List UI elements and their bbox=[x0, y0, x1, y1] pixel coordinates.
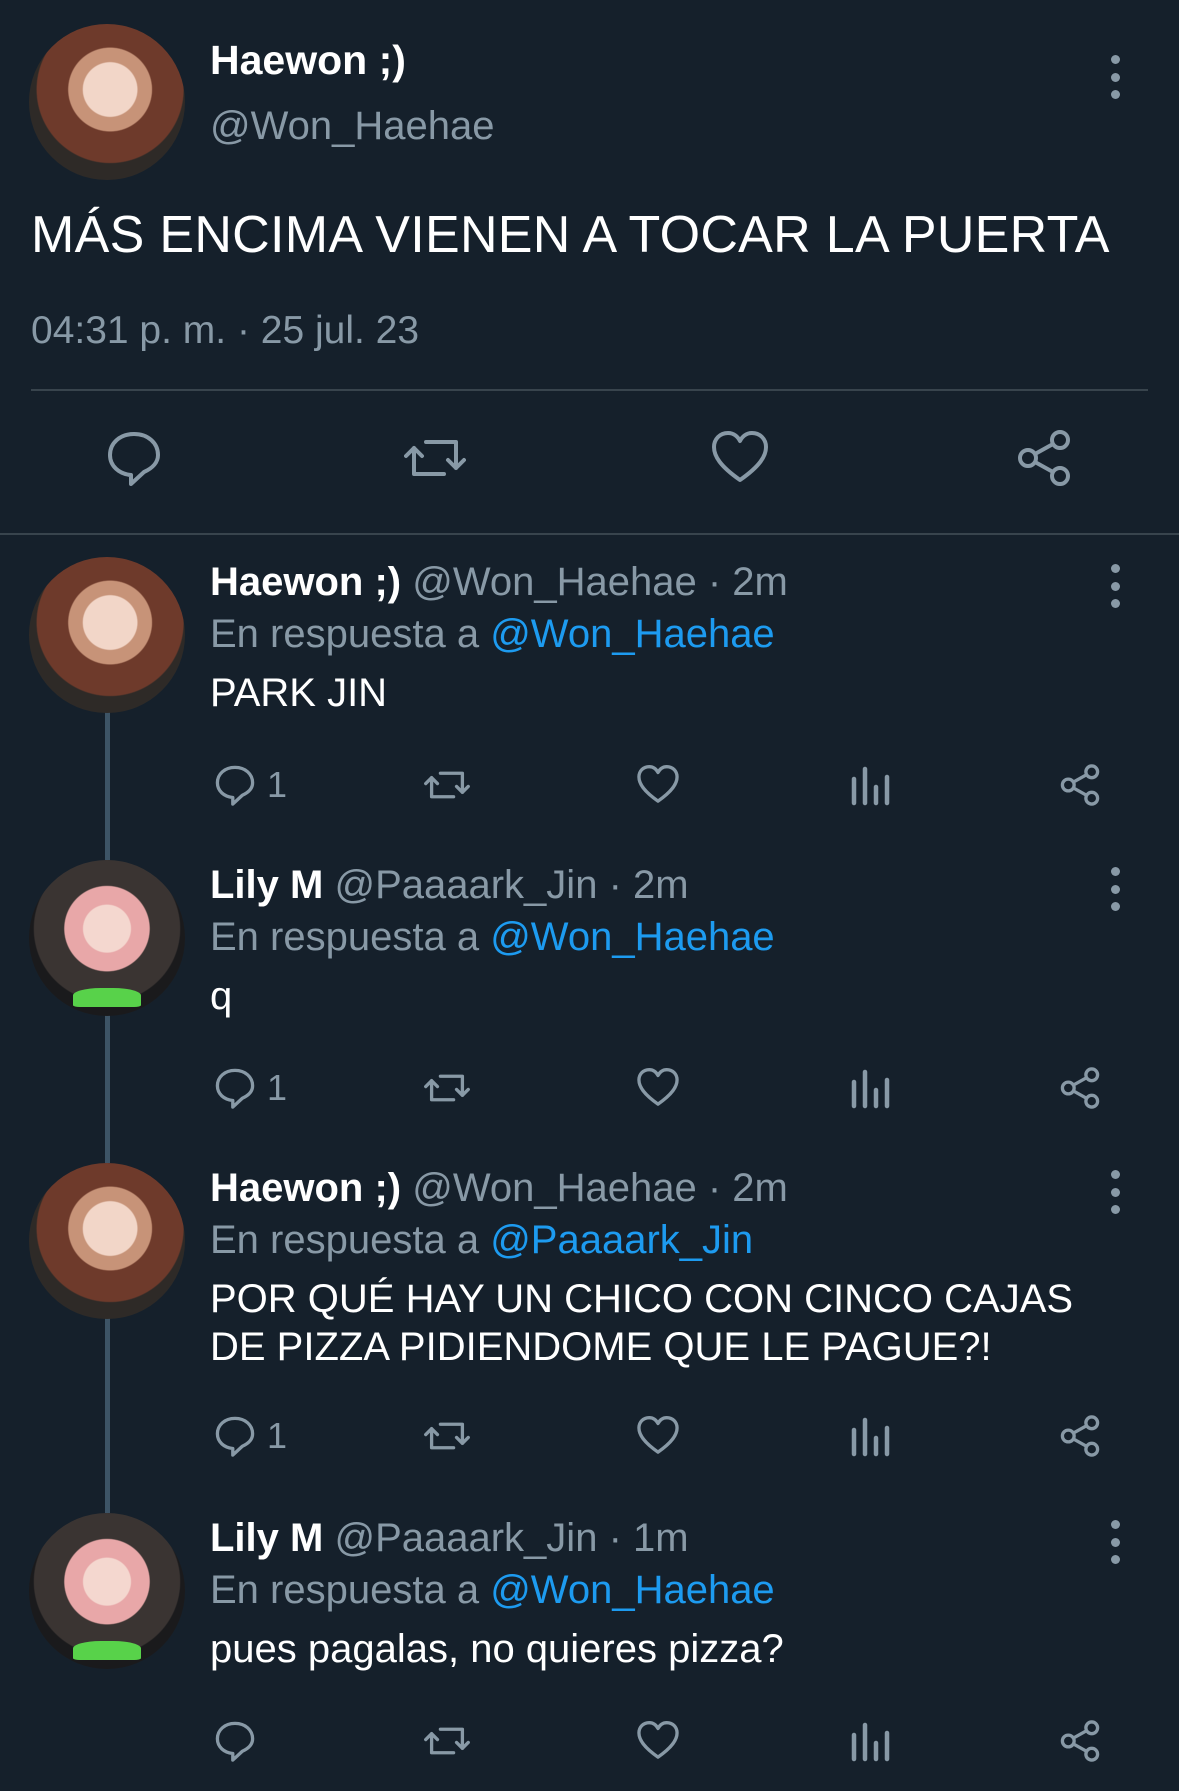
main-tweet-avatar[interactable] bbox=[29, 24, 185, 180]
reply-icon bbox=[215, 1721, 255, 1762]
display-name[interactable]: Lily M bbox=[210, 1516, 323, 1560]
retweet-icon[interactable] bbox=[423, 1058, 471, 1118]
retweet-icon[interactable] bbox=[423, 755, 471, 815]
reply-header: Lily M @Paaaark_Jin · 1m bbox=[210, 1513, 689, 1563]
more-icon[interactable] bbox=[1108, 55, 1122, 99]
more-icon[interactable] bbox=[1108, 564, 1122, 608]
reply-button[interactable]: 1 bbox=[213, 755, 287, 815]
analytics-icon[interactable] bbox=[850, 1058, 890, 1118]
more-icon[interactable] bbox=[1108, 1520, 1122, 1564]
replying-to: En respuesta a @Won_Haehae bbox=[210, 912, 775, 962]
main-tweet-timestamp[interactable]: 04:31 p. m. · 25 jul. 23 bbox=[31, 308, 419, 354]
analytics-icon[interactable] bbox=[850, 1711, 890, 1771]
display-name[interactable]: Lily M bbox=[210, 863, 323, 907]
replying-to-label: En respuesta a bbox=[210, 612, 480, 656]
like-icon[interactable] bbox=[636, 1058, 680, 1118]
retweet-icon[interactable] bbox=[404, 428, 466, 488]
reply-actions: 1 bbox=[0, 755, 1179, 815]
reply-header: Haewon ;) @Won_Haehae · 2m bbox=[210, 1163, 788, 1213]
reply-actions bbox=[0, 1711, 1179, 1771]
replying-to-link[interactable]: @Won_Haehae bbox=[490, 612, 775, 656]
analytics-icon[interactable] bbox=[850, 755, 890, 815]
reply-icon bbox=[215, 765, 255, 806]
handle[interactable]: @Won_Haehae bbox=[412, 560, 697, 604]
reply-count: 1 bbox=[267, 1067, 288, 1108]
relative-time: · 2m bbox=[707, 560, 788, 604]
replying-to: En respuesta a @Won_Haehae bbox=[210, 1565, 775, 1615]
more-icon[interactable] bbox=[1108, 867, 1122, 911]
handle[interactable]: @Paaaark_Jin bbox=[334, 1516, 597, 1560]
main-tweet-text: MÁS ENCIMA VIENEN A TOCAR LA PUERTA bbox=[31, 206, 1110, 264]
replying-to-label: En respuesta a bbox=[210, 915, 480, 959]
share-icon[interactable] bbox=[1058, 755, 1102, 815]
relative-time: · 2m bbox=[608, 863, 689, 907]
reply-header: Lily M @Paaaark_Jin · 2m bbox=[210, 860, 689, 910]
reply-tweet[interactable]: Lily M @Paaaark_Jin · 1m En respuesta a … bbox=[0, 1513, 1179, 1783]
reply-icon bbox=[215, 1068, 255, 1109]
reply-icon bbox=[215, 1416, 255, 1457]
replying-to-link[interactable]: @Won_Haehae bbox=[490, 1568, 775, 1612]
display-name[interactable]: Haewon ;) bbox=[210, 1166, 401, 1210]
reply-button[interactable] bbox=[213, 1711, 267, 1771]
like-icon[interactable] bbox=[710, 428, 770, 488]
reply-header: Haewon ;) @Won_Haehae · 2m bbox=[210, 557, 788, 607]
retweet-icon[interactable] bbox=[423, 1711, 471, 1771]
replying-to-link[interactable]: @Won_Haehae bbox=[490, 915, 775, 959]
reply-text: PARK JIN bbox=[210, 671, 388, 715]
replying-to: En respuesta a @Won_Haehae bbox=[210, 609, 775, 659]
share-icon[interactable] bbox=[1058, 1058, 1102, 1118]
reply-count: 1 bbox=[267, 764, 288, 805]
like-icon[interactable] bbox=[636, 1711, 680, 1771]
reply-count: 1 bbox=[267, 1415, 288, 1456]
main-tweet-handle[interactable]: @Won_Haehae bbox=[210, 102, 495, 150]
share-icon[interactable] bbox=[1014, 428, 1074, 488]
reply-actions: 1 bbox=[0, 1406, 1179, 1466]
reply-tweet[interactable]: Haewon ;) @Won_Haehae · 2m En respuesta … bbox=[0, 1163, 1179, 1457]
avatar[interactable] bbox=[29, 557, 185, 713]
replying-to: En respuesta a @Paaaark_Jin bbox=[210, 1215, 753, 1265]
avatar[interactable] bbox=[29, 1163, 185, 1319]
reply-button[interactable]: 1 bbox=[213, 1058, 287, 1118]
replying-to-link[interactable]: @Paaaark_Jin bbox=[490, 1218, 753, 1262]
relative-time: · 2m bbox=[707, 1166, 788, 1210]
reply-tweet[interactable]: Lily M @Paaaark_Jin · 2m En respuesta a … bbox=[0, 860, 1179, 1109]
share-icon[interactable] bbox=[1058, 1406, 1102, 1466]
reply-text: POR QUÉ HAY UN CHICO CON CINCO CAJAS DE … bbox=[210, 1277, 1074, 1369]
reply-text: q bbox=[210, 974, 233, 1018]
replying-to-label: En respuesta a bbox=[210, 1218, 480, 1262]
more-icon[interactable] bbox=[1108, 1170, 1122, 1214]
main-tweet-display-name[interactable]: Haewon ;) bbox=[210, 36, 406, 84]
reply-icon[interactable] bbox=[104, 428, 164, 488]
share-icon[interactable] bbox=[1058, 1711, 1102, 1771]
divider bbox=[0, 533, 1179, 535]
handle[interactable]: @Paaaark_Jin bbox=[334, 863, 597, 907]
reply-button[interactable]: 1 bbox=[213, 1406, 287, 1466]
avatar[interactable] bbox=[29, 1513, 185, 1669]
relative-time: · 1m bbox=[608, 1516, 689, 1560]
reply-tweet[interactable]: Haewon ;) @Won_Haehae · 2m En respuesta … bbox=[0, 557, 1179, 806]
main-tweet: Haewon ;) @Won_Haehae MÁS ENCIMA VIENEN … bbox=[0, 0, 1179, 535]
analytics-icon[interactable] bbox=[850, 1406, 890, 1466]
replying-to-label: En respuesta a bbox=[210, 1568, 480, 1612]
like-icon[interactable] bbox=[636, 1406, 680, 1466]
retweet-icon[interactable] bbox=[423, 1406, 471, 1466]
display-name[interactable]: Haewon ;) bbox=[210, 560, 401, 604]
divider bbox=[31, 389, 1148, 391]
reply-text: pues pagalas, no quieres pizza? bbox=[210, 1627, 784, 1671]
handle[interactable]: @Won_Haehae bbox=[412, 1166, 697, 1210]
like-icon[interactable] bbox=[636, 755, 680, 815]
avatar[interactable] bbox=[29, 860, 185, 1016]
reply-actions: 1 bbox=[0, 1058, 1179, 1118]
